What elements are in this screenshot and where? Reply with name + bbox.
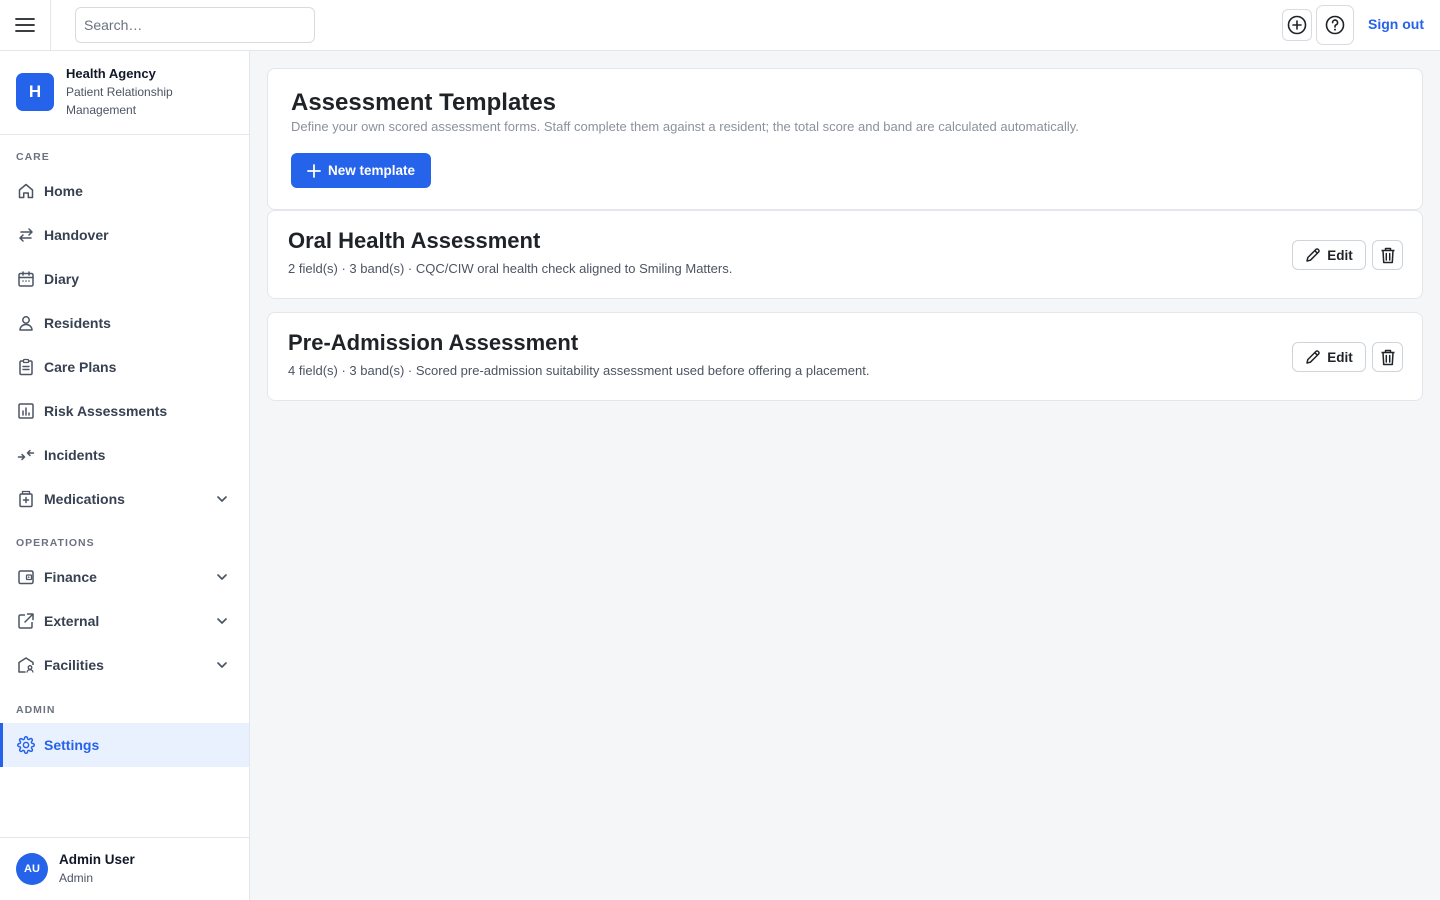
template-card[interactable]: Pre-Admission Assessment 4 field(s) · 3 … — [267, 312, 1423, 401]
brand-subtitle: Patient Relationship Management — [66, 85, 173, 117]
edit-label: Edit — [1327, 247, 1353, 263]
calendar-icon — [17, 270, 35, 288]
section-label-care: CARE — [16, 151, 50, 163]
sidebar-item-label: Residents — [44, 315, 111, 331]
add-button[interactable] — [1282, 9, 1312, 41]
sidebar-item-medications[interactable]: Medications — [0, 477, 249, 521]
user-name: Admin User — [59, 852, 135, 867]
template-title: Pre-Admission Assessment — [288, 330, 579, 355]
top-bar: Sign out — [0, 0, 1440, 51]
sidebar-item-label: Care Plans — [44, 359, 117, 375]
user-role: Admin — [59, 871, 94, 885]
sidebar-item-label: Risk Assessments — [44, 403, 168, 419]
sidebar-item-residents[interactable]: Residents — [0, 301, 249, 345]
sidebar-item-care-plans[interactable]: Care Plans — [0, 345, 249, 389]
sidebar-item-handover[interactable]: Handover — [0, 213, 249, 257]
trash-icon — [1381, 247, 1394, 263]
wallet-icon — [17, 568, 35, 586]
sidebar: H Health Agency Patient Relationship Man… — [0, 51, 250, 900]
sidebar-item-risk-assessments[interactable]: Risk Assessments — [0, 389, 249, 433]
chevron-down-icon — [217, 662, 227, 668]
sidebar-item-label: Handover — [44, 227, 109, 243]
help-button[interactable] — [1316, 5, 1354, 45]
new-template-label: New template — [327, 163, 416, 178]
chevron-down-icon — [217, 574, 227, 580]
section-label-operations: OPERATIONS — [16, 537, 95, 549]
edit-label: Edit — [1327, 349, 1353, 365]
external-link-icon — [17, 612, 35, 630]
sidebar-item-home[interactable]: Home — [0, 169, 249, 213]
pencil-icon — [1305, 247, 1321, 263]
arrows-converge-icon — [17, 446, 35, 464]
avatar: AU — [16, 853, 48, 885]
sidebar-item-label: Diary — [44, 271, 80, 287]
template-title: Oral Health Assessment — [288, 228, 541, 253]
edit-button[interactable]: Edit — [1292, 342, 1366, 372]
delete-button[interactable] — [1372, 240, 1403, 270]
delete-button[interactable] — [1372, 342, 1403, 372]
sidebar-item-diary[interactable]: Diary — [0, 257, 249, 301]
template-meta: 4 field(s) · 3 band(s) · Scored pre-admi… — [288, 363, 870, 378]
sidebar-item-facilities[interactable]: Facilities — [0, 643, 249, 687]
page-header-card: Assessment Templates Define your own sco… — [267, 68, 1423, 210]
clipboard-icon — [17, 358, 35, 376]
building-user-icon — [17, 656, 35, 674]
sidebar-item-external[interactable]: External — [0, 599, 249, 643]
gear-icon — [17, 736, 35, 754]
new-template-button[interactable]: New template — [291, 153, 431, 188]
sidebar-item-label: Finance — [44, 569, 97, 585]
medical-kit-icon — [17, 490, 35, 508]
template-meta: 2 field(s) · 3 band(s) · CQC/CIW oral he… — [288, 261, 733, 276]
sidebar-item-label: Home — [44, 183, 83, 199]
arrows-swap-icon — [17, 226, 35, 244]
plus-icon — [307, 163, 321, 178]
sidebar-item-label: Incidents — [44, 447, 106, 463]
menu-toggle-button[interactable] — [0, 0, 51, 50]
sidebar-item-incidents[interactable]: Incidents — [0, 433, 249, 477]
hamburger-icon — [15, 18, 35, 32]
sidebar-item-settings[interactable]: Settings — [0, 723, 249, 767]
help-circle-icon — [1325, 15, 1345, 35]
page-title: Assessment Templates — [291, 89, 557, 116]
brand-logo: H — [16, 73, 54, 111]
brand: H Health Agency Patient Relationship Man… — [0, 51, 249, 135]
sidebar-item-label: Medications — [44, 491, 125, 507]
plus-circle-icon — [1287, 15, 1307, 35]
sidebar-item-finance[interactable]: Finance — [0, 555, 249, 599]
sign-out-link[interactable]: Sign out — [1368, 16, 1424, 32]
page-description: Define your own scored assessment forms.… — [291, 119, 1079, 134]
trash-icon — [1381, 349, 1394, 365]
chevron-down-icon — [217, 496, 227, 502]
search-input[interactable] — [75, 7, 315, 43]
template-card[interactable]: Oral Health Assessment 2 field(s) · 3 ba… — [267, 210, 1423, 299]
sidebar-item-label: Facilities — [44, 657, 104, 673]
section-label-admin: ADMIN — [16, 704, 56, 716]
pencil-icon — [1305, 349, 1321, 365]
chevron-down-icon — [217, 618, 227, 624]
sidebar-item-label: External — [44, 613, 100, 629]
user-profile[interactable]: AU Admin User Admin — [0, 837, 249, 900]
user-icon — [17, 314, 35, 332]
sidebar-item-label: Settings — [44, 737, 100, 753]
home-icon — [17, 182, 35, 200]
edit-button[interactable]: Edit — [1292, 240, 1366, 270]
brand-name: Health Agency — [66, 66, 156, 81]
bar-chart-icon — [17, 402, 35, 420]
